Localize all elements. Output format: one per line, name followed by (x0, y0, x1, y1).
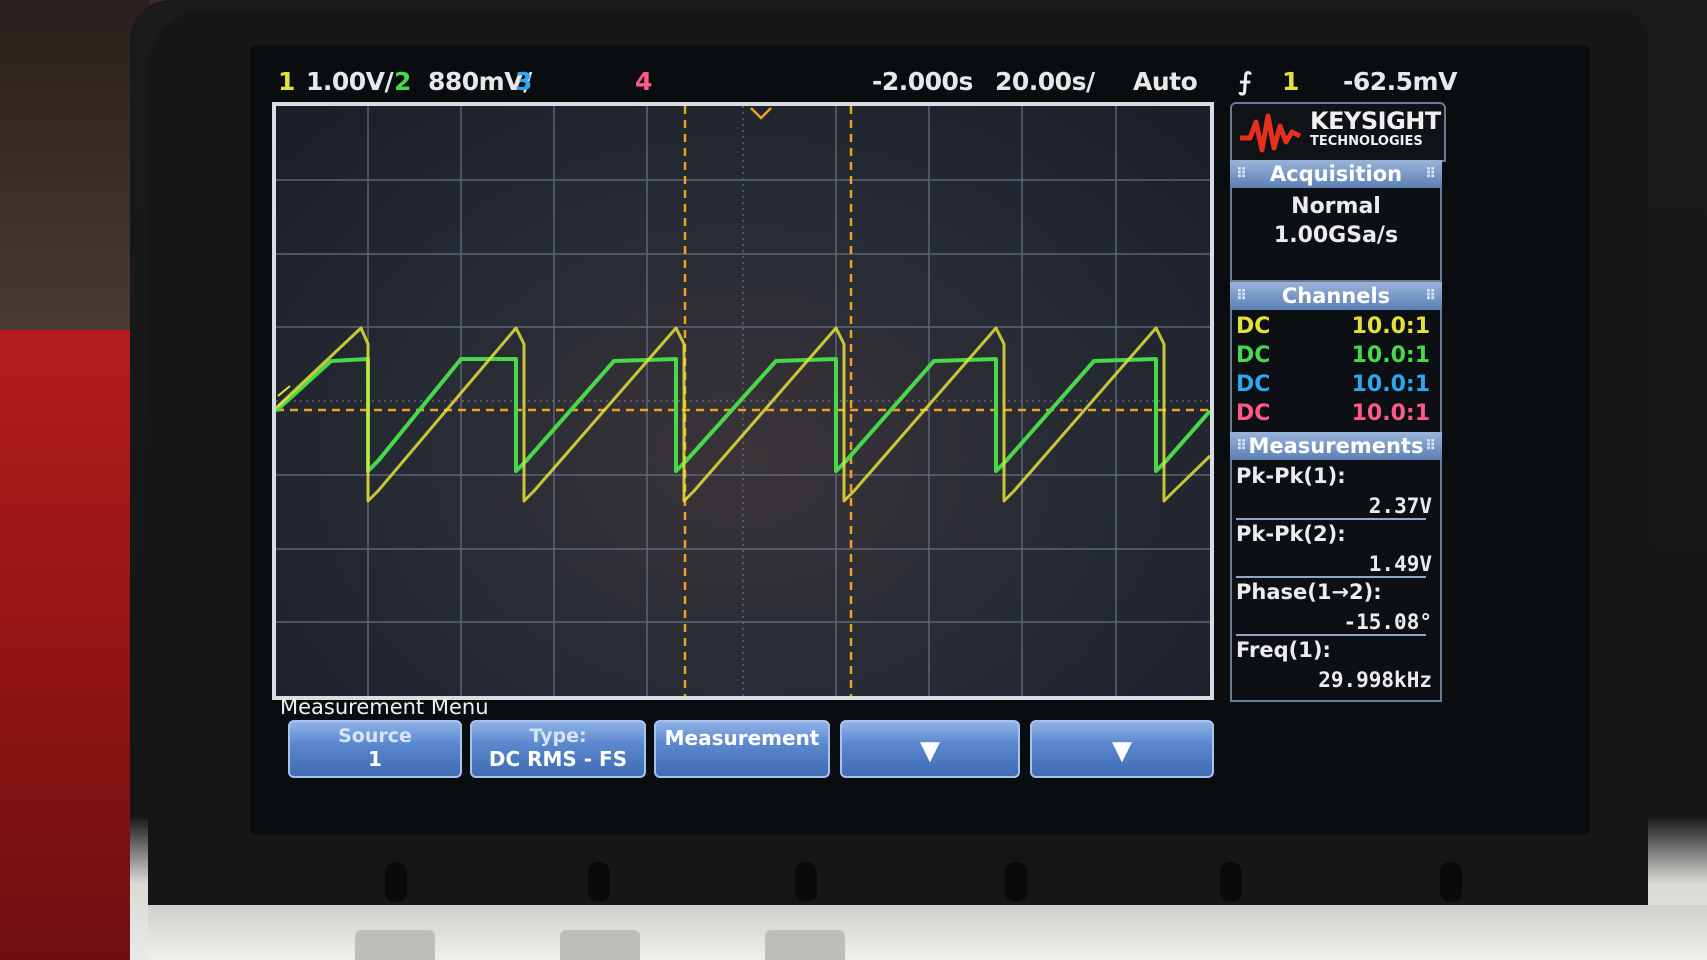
softkey-hardware-button-2[interactable] (588, 862, 610, 902)
trigger-source[interactable]: 1 (1282, 67, 1299, 96)
measurement-label: Freq(1): (1236, 638, 1331, 662)
background-shelf (0, 0, 150, 330)
front-panel-key[interactable] (765, 930, 845, 960)
grip-icon: ⠿ (1425, 288, 1436, 304)
time-offset[interactable]: -2.000s (872, 67, 973, 96)
probe-ratio: 10.0:1 (1351, 343, 1430, 368)
measurement-value: -15.08° (1343, 610, 1432, 634)
softkey-hardware-button-3[interactable] (795, 862, 817, 902)
ch3-number[interactable]: 3 (515, 67, 532, 96)
acquisition-header[interactable]: ⠿ Acquisition ⠿ (1230, 160, 1442, 188)
measurement-label: Phase(1→2): (1236, 580, 1382, 604)
softkey-bottom-label: 1 (368, 747, 382, 771)
grip-icon: ⠿ (1425, 438, 1436, 454)
grip-icon: ⠿ (1236, 438, 1247, 454)
channel-row-3[interactable]: DC 10.0:1 (1236, 372, 1434, 400)
softkey-top-label: Type: (529, 725, 587, 747)
coupling: DC (1236, 343, 1271, 368)
down-arrow-icon: ▼ (920, 736, 940, 766)
channels-panel: DC 10.0:1 DC 10.0:1 DC 10.0:1 DC 10.0:1 (1230, 310, 1442, 436)
channel-row-1[interactable]: DC 10.0:1 (1236, 314, 1434, 342)
grip-icon: ⠿ (1236, 288, 1247, 304)
status-bar: 1 1.00V/ 2 880mV/ 3 4 -2.000s 20.00s/ Au… (250, 45, 1590, 101)
ch4-number[interactable]: 4 (635, 67, 652, 96)
softkey-hardware-button-1[interactable] (385, 862, 407, 902)
background-red-object (0, 330, 150, 960)
menu-title: Measurement Menu (280, 695, 489, 719)
softkey-bar: Source 1 Type: DC RMS - FS Measurement ▼… (288, 720, 1218, 782)
grip-icon: ⠿ (1425, 166, 1436, 182)
add-measurement-softkey[interactable]: Measurement (654, 720, 830, 778)
more-softkey-2[interactable]: ▼ (1030, 720, 1214, 778)
waveform-graticule[interactable] (272, 102, 1214, 700)
softkey-hardware-button-5[interactable] (1220, 862, 1242, 902)
graticule-grid (276, 106, 1210, 696)
info-sidebar: KEYSIGHT TECHNOLOGIES ⠿ Acquisition ⠿ No… (1230, 102, 1446, 704)
logo-subtitle: TECHNOLOGIES (1310, 134, 1423, 149)
measurements-title: Measurements (1248, 434, 1424, 458)
more-softkey-1[interactable]: ▼ (840, 720, 1020, 778)
ch2-number[interactable]: 2 (394, 67, 411, 96)
logo-name: KEYSIGHT (1310, 107, 1441, 135)
acquisition-panel: Normal 1.00GSa/s (1230, 188, 1442, 282)
coupling: DC (1236, 401, 1271, 426)
keysight-wave-icon (1240, 113, 1302, 153)
sample-rate: 1.00GSa/s (1273, 223, 1399, 248)
acquisition-mode: Normal (1291, 194, 1381, 219)
grip-icon: ⠿ (1236, 166, 1247, 182)
probe-ratio: 10.0:1 (1351, 314, 1430, 339)
channels-header[interactable]: ⠿ Channels ⠿ (1230, 282, 1442, 310)
channels-title: Channels (1281, 284, 1391, 308)
measurement-value: 29.998kHz (1318, 668, 1432, 692)
waveform-svg (276, 106, 1210, 696)
softkey-hardware-button-4[interactable] (1005, 862, 1027, 902)
measurement-value: 1.49V (1368, 552, 1432, 576)
measurements-header[interactable]: ⠿ Measurements ⠿ (1230, 432, 1442, 460)
front-panel-key[interactable] (560, 930, 640, 960)
softkey-top-label: Source (338, 725, 412, 747)
measurements-panel: Pk-Pk(1): 2.37V Pk-Pk(2): 1.49V Phase(1→… (1230, 460, 1442, 702)
oscilloscope-screen: 1 1.00V/ 2 880mV/ 3 4 -2.000s 20.00s/ Au… (250, 45, 1590, 835)
acquisition-title: Acquisition (1269, 162, 1403, 186)
type-softkey[interactable]: Type: DC RMS - FS (470, 720, 646, 778)
measurement-label: Pk-Pk(2): (1236, 522, 1346, 546)
divider (1236, 634, 1426, 636)
ch1-scale[interactable]: 1.00V/ (306, 67, 394, 96)
down-arrow-icon: ▼ (1112, 736, 1132, 766)
coupling: DC (1236, 314, 1271, 339)
channel-row-4[interactable]: DC 10.0:1 (1236, 401, 1434, 429)
keysight-logo: KEYSIGHT TECHNOLOGIES (1230, 102, 1446, 162)
trigger-mode[interactable]: Auto (1133, 67, 1198, 96)
divider (1236, 518, 1426, 520)
measurement-label: Pk-Pk(1): (1236, 464, 1346, 488)
time-scale[interactable]: 20.00s/ (995, 67, 1095, 96)
softkey-hardware-button-6[interactable] (1440, 862, 1462, 902)
trigger-position-marker (750, 107, 772, 120)
ch1-number[interactable]: 1 (278, 67, 295, 96)
coupling: DC (1236, 372, 1271, 397)
softkey-bottom-label: DC RMS - FS (488, 747, 628, 771)
probe-ratio: 10.0:1 (1351, 401, 1430, 426)
trigger-edge-icon: ⨍ (1238, 67, 1252, 96)
front-panel-key[interactable] (355, 930, 435, 960)
measurement-value: 2.37V (1368, 494, 1432, 518)
trigger-level[interactable]: -62.5mV (1343, 67, 1457, 96)
source-softkey[interactable]: Source 1 (288, 720, 462, 778)
probe-ratio: 10.0:1 (1351, 372, 1430, 397)
divider (1236, 576, 1426, 578)
channel-row-2[interactable]: DC 10.0:1 (1236, 343, 1434, 371)
softkey-bottom-label: Measurement (664, 726, 820, 750)
